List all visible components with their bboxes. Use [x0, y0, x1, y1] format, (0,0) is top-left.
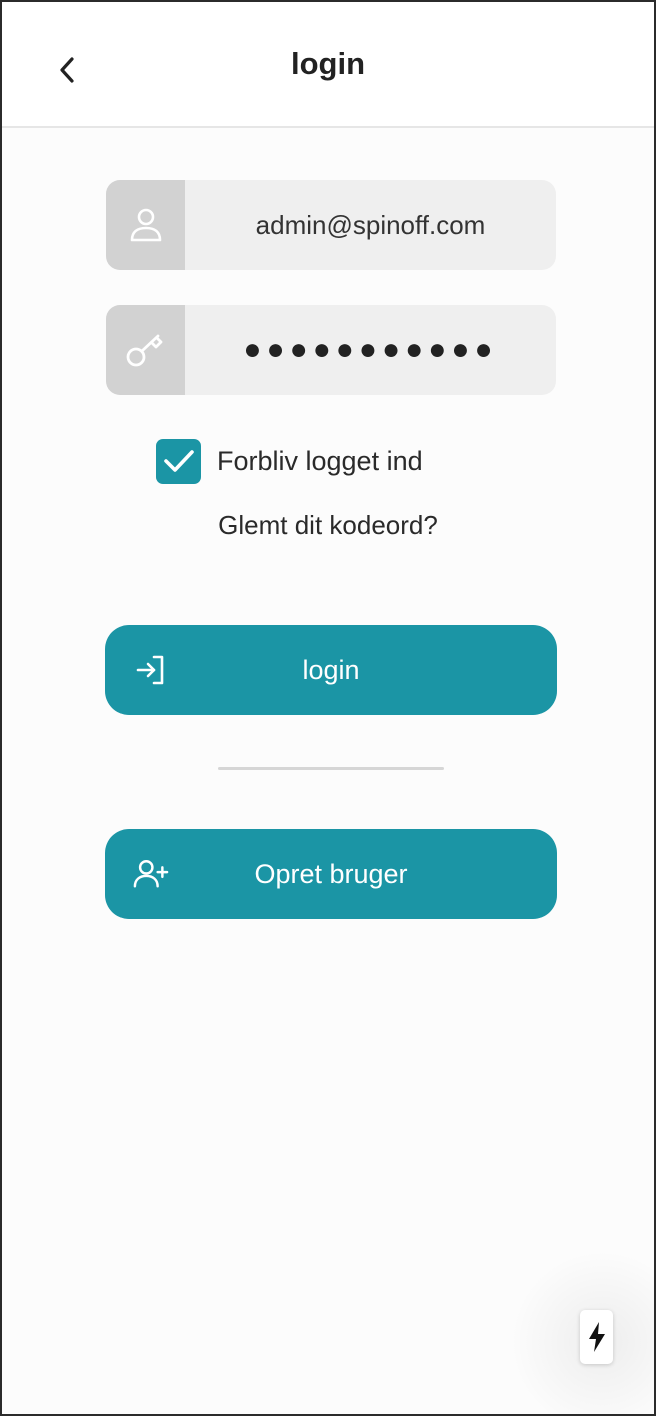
lightning-icon [588, 1322, 605, 1352]
user-icon [130, 208, 161, 242]
key-icon [126, 334, 162, 367]
register-button-label: Opret bruger [254, 858, 408, 889]
email-input[interactable] [185, 180, 556, 270]
page-title: login [290, 46, 366, 81]
user-plus-icon [133, 856, 169, 892]
password-field[interactable]: ●●●●●●●●●●● [106, 305, 556, 395]
remember-checkbox[interactable] [156, 438, 201, 484]
top-bar: login [2, 2, 654, 128]
fab-glow [502, 1242, 654, 1414]
email-icon-box [106, 180, 185, 270]
checkmark-icon [163, 450, 194, 472]
remember-me[interactable]: Forbliv logget ind [156, 438, 423, 484]
log-in-icon [133, 652, 169, 688]
lightning-button[interactable] [580, 1310, 613, 1364]
register-button[interactable]: Opret bruger [105, 829, 557, 919]
email-field[interactable] [106, 180, 556, 270]
remember-label: Forbliv logget ind [217, 445, 423, 476]
login-button[interactable]: login [105, 625, 557, 715]
app-screen: login ●●●●●●●●●●● Forbliv logge [0, 0, 656, 1416]
login-button-label: login [302, 654, 360, 685]
divider [218, 767, 444, 770]
password-icon-box [106, 305, 185, 395]
forgot-password-link[interactable]: Glemt dit kodeord? [2, 510, 654, 541]
password-input[interactable]: ●●●●●●●●●●● [185, 305, 556, 395]
